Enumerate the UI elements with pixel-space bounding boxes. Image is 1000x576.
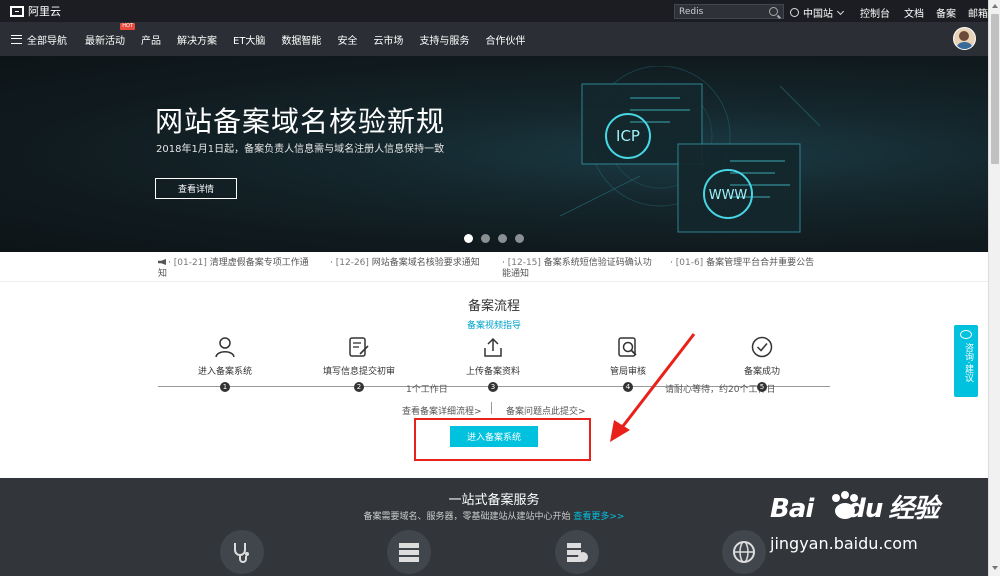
upload-icon (484, 337, 502, 357)
stethoscope-icon[interactable] (220, 530, 264, 574)
edit-icon (349, 337, 369, 357)
step-label: 备案成功 (743, 367, 780, 377)
paw-logo-icon (832, 491, 858, 519)
notice-date: [12-15] (507, 258, 541, 268)
notice-item[interactable]: · [12-26] 网站备案域名核验要求通知 (330, 258, 480, 269)
top-link-beian[interactable]: 备案 (936, 5, 956, 20)
top-link-mail[interactable]: 邮箱 (968, 5, 988, 20)
notice-text: 备案系统短信验证码确认功 (543, 258, 652, 268)
check-icon (751, 336, 773, 358)
annotation-arrow-icon (610, 333, 696, 442)
video-guide-link[interactable]: 备案视频指导 (0, 318, 988, 331)
nav-item-data-intelligence[interactable]: 数据智能 (281, 32, 321, 47)
nav-item-marketplace[interactable]: 云市场 (373, 32, 403, 47)
baidu-jingyan-watermark: Bai du 经验 jingyan.baidu.com (770, 488, 980, 570)
notice-item[interactable]: · [12-15] 备案系统短信验证码确认功 (502, 258, 652, 269)
step-label: 上传备案资料 (465, 367, 520, 377)
notice-text: 备案管理平台合并重要公告 (706, 258, 815, 268)
host-icon[interactable] (555, 530, 599, 574)
hot-badge: HOT (120, 22, 135, 30)
step-number: 1 (220, 382, 230, 392)
server-icon[interactable] (387, 530, 431, 574)
carousel-dot[interactable] (464, 234, 473, 243)
step-number: 5 (757, 382, 767, 392)
www-label: WWW (709, 188, 748, 203)
nav-item-partners[interactable]: 合作伙伴 (485, 32, 525, 47)
feedback-float-button[interactable]: 咨询·建议 (954, 325, 978, 397)
watermark-url: jingyan.baidu.com (770, 534, 918, 553)
chat-bubble-icon (960, 330, 972, 339)
banner-title: 网站备案域名核验新规 (155, 105, 446, 138)
web-globe-icon[interactable] (722, 530, 766, 574)
annotation-highlight-box (414, 418, 591, 461)
notice-date: [12-26] (335, 258, 369, 268)
submit-question-link[interactable]: 备案问题点此提交> (506, 404, 586, 417)
region-selector[interactable]: 中国站 (790, 5, 845, 20)
logo-text: 阿里云 (28, 5, 61, 18)
notice-date: [01-6] (675, 258, 704, 268)
nav-item-label: 最新活动 (85, 35, 125, 47)
nav-items: 全部导航 最新活动 HOT 产品 解决方案 ET大脑 数据智能 安全 云市场 支… (22, 22, 525, 47)
scrollbar-thumb[interactable] (991, 14, 999, 164)
notice-wrap: 能通知 (502, 269, 530, 279)
speaker-icon (158, 259, 166, 265)
nav-item-et-brain[interactable]: ET大脑 (233, 32, 265, 47)
carousel-dots (464, 234, 524, 243)
view-details-button[interactable]: 查看详情 (155, 178, 237, 199)
globe-icon (790, 8, 799, 17)
carousel-dot[interactable] (498, 234, 507, 243)
banner-subtitle: 2018年1月1日起，备案负责人信息需与域名注册人信息保持一致 (156, 144, 445, 155)
aliyun-logo-icon (10, 5, 24, 17)
hamburger-menu-icon[interactable] (11, 34, 22, 44)
search-input[interactable] (675, 5, 767, 18)
notice-text: 清理虚假备案专项工作通 (209, 258, 309, 268)
notice-text: 网站备案域名核验要求通知 (371, 258, 480, 268)
search-box (674, 4, 784, 19)
top-link-docs[interactable]: 文档 (904, 5, 924, 20)
hero-banner[interactable]: ICP WWW 网站备案域名核验新规 2018年1月1日起，备案负责人信息需与域… (0, 56, 988, 252)
top-links: 控制台 文档 备案 邮箱 (860, 5, 988, 20)
avatar[interactable] (953, 27, 976, 50)
step-number: 2 (354, 382, 364, 392)
aliyun-logo[interactable]: 阿里云 (10, 3, 61, 19)
nav-item-support[interactable]: 支持与服务 (419, 32, 469, 47)
top-link-console[interactable]: 控制台 (860, 5, 890, 20)
notice-bar: · [01-21] 清理虚假备案专项工作通 知 · [12-26] 网站备案域名… (0, 252, 988, 282)
search-icon[interactable] (769, 7, 778, 16)
nav-item-security[interactable]: 安全 (337, 32, 357, 47)
view-more-link[interactable]: 查看更多>> (573, 512, 624, 522)
link-separator (491, 402, 492, 414)
region-label: 中国站 (803, 9, 833, 20)
process-detail-link[interactable]: 查看备案详细流程> (402, 404, 482, 417)
scroll-down-icon[interactable] (992, 566, 998, 570)
carousel-dot[interactable] (515, 234, 524, 243)
top-bar: 阿里云 中国站 控制台 文档 备案 邮箱 (0, 0, 988, 22)
icp-label: ICP (616, 127, 640, 145)
carousel-dot[interactable] (481, 234, 490, 243)
notice-item[interactable]: · [01-6] 备案管理平台合并重要公告 (670, 258, 814, 269)
chevron-down-icon (836, 7, 845, 15)
step-number: 3 (488, 382, 498, 392)
notice-date: [01-21] (173, 258, 207, 268)
notice-wrap: 知 (158, 269, 168, 279)
nav-item-activities[interactable]: 最新活动 HOT (85, 22, 135, 47)
nav-item-solutions[interactable]: 解决方案 (177, 32, 217, 47)
step-label: 进入备案系统 (197, 367, 252, 377)
nav-item-products[interactable]: 产品 (141, 32, 161, 47)
feedback-label: 咨询·建议 (963, 343, 973, 382)
workday-note: 1个工作日 (406, 385, 448, 395)
user-icon (215, 337, 235, 358)
notice-item[interactable]: · [01-21] 清理虚假备案专项工作通 (168, 258, 309, 269)
nav-all[interactable]: 全部导航 (27, 32, 67, 47)
process-title: 备案流程 (467, 299, 520, 314)
step-label: 填写信息提交初审 (322, 367, 395, 377)
page-scrollbar[interactable] (988, 0, 1000, 576)
scroll-up-icon[interactable] (992, 4, 998, 8)
main-nav: 全部导航 最新活动 HOT 产品 解决方案 ET大脑 数据智能 安全 云市场 支… (0, 22, 988, 56)
banner-illustration: ICP WWW (560, 66, 820, 233)
